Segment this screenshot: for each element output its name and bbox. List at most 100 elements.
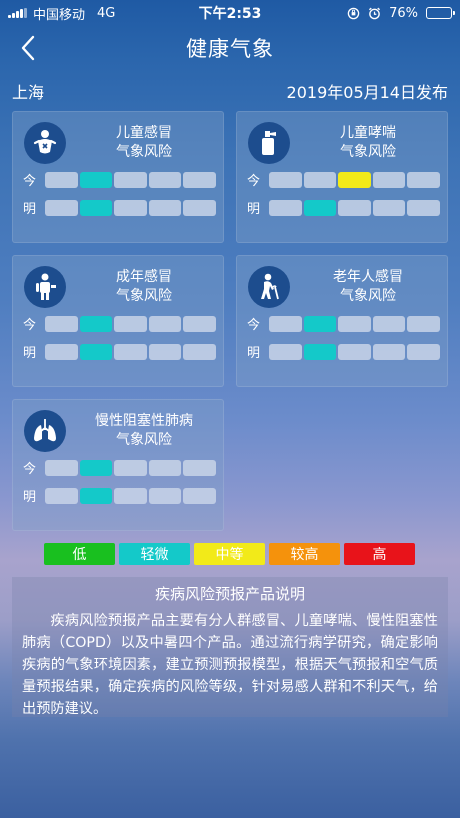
- level-cell-1: [269, 315, 302, 332]
- level-cell-3: [338, 199, 371, 216]
- chevron-left-icon: [21, 35, 35, 61]
- level-cell-2: [79, 315, 112, 332]
- today-level-bar: [269, 315, 440, 332]
- level-cell-5: [407, 315, 440, 332]
- legend-item-4: 较高: [269, 543, 340, 565]
- level-cell-2: [79, 199, 112, 216]
- level-cell-4: [148, 315, 181, 332]
- card-child-asthma[interactable]: 儿童哮喘 气象风险 今 明: [236, 111, 448, 243]
- level-cell-5: [183, 459, 216, 476]
- row-label: 明: [23, 346, 37, 361]
- row-label: 明: [23, 490, 37, 505]
- elderly-icon: [248, 266, 290, 308]
- today-level-bar: [45, 315, 216, 332]
- tomorrow-row: 明: [247, 342, 440, 361]
- level-cell-1: [269, 199, 302, 216]
- today-row: 今: [247, 314, 440, 333]
- level-cell-3: [114, 315, 147, 332]
- card-adult-cold[interactable]: 成年感冒 气象风险 今 明: [12, 255, 224, 387]
- level-cell-5: [407, 171, 440, 188]
- lungs-icon: [24, 410, 66, 452]
- status-right: 76%: [282, 5, 455, 21]
- level-cell-4: [148, 199, 181, 216]
- level-cell-4: [372, 171, 405, 188]
- row-label: 今: [247, 174, 261, 189]
- status-bar: 中国移动 4G 下午2:53 76%: [0, 0, 460, 26]
- level-cell-4: [372, 315, 405, 332]
- level-cell-1: [45, 487, 78, 504]
- status-time: 下午2:53: [198, 6, 262, 22]
- level-cell-2: [79, 171, 112, 188]
- level-cell-4: [148, 459, 181, 476]
- level-cell-5: [183, 343, 216, 360]
- level-cell-3: [338, 343, 371, 360]
- location-row: 上海 2019年05月14日发布: [0, 78, 460, 104]
- tomorrow-row: 明: [23, 342, 216, 361]
- card-copd[interactable]: 慢性阻塞性肺病 气象风险 今 明: [12, 399, 224, 531]
- inhaler-icon: [248, 122, 290, 164]
- level-cell-3: [114, 171, 147, 188]
- level-cell-2: [303, 199, 336, 216]
- signal-icon: [8, 8, 27, 18]
- level-cell-4: [148, 487, 181, 504]
- card-title: 成年感冒 气象风险: [116, 269, 172, 304]
- card-title: 儿童感冒 气象风险: [116, 125, 172, 160]
- adult-icon: [24, 266, 66, 308]
- today-level-bar: [45, 459, 216, 476]
- page-title: 健康气象: [186, 37, 274, 61]
- today-row: 今: [23, 458, 216, 477]
- tomorrow-level-bar: [269, 343, 440, 360]
- description-box: 疾病风险预报产品说明 疾病风险预报产品主要有分人群感冒、儿童哮喘、慢性阻塞性肺病…: [12, 577, 448, 717]
- level-cell-1: [269, 171, 302, 188]
- level-cell-2: [79, 343, 112, 360]
- level-cell-5: [183, 171, 216, 188]
- legend-item-1: 低: [44, 543, 115, 565]
- battery-icon: [426, 7, 455, 19]
- row-label: 明: [247, 346, 261, 361]
- level-cell-5: [183, 487, 216, 504]
- today-row: 今: [23, 314, 216, 333]
- level-cell-1: [45, 459, 78, 476]
- level-cell-4: [372, 343, 405, 360]
- tomorrow-level-bar: [45, 199, 216, 216]
- card-elderly-cold[interactable]: 老年人感冒 气象风险 今 明: [236, 255, 448, 387]
- card-title: 慢性阻塞性肺病 气象风险: [95, 413, 193, 448]
- level-cell-3: [114, 343, 147, 360]
- tomorrow-row: 明: [23, 198, 216, 217]
- level-cell-2: [79, 487, 112, 504]
- network-label: 4G: [97, 5, 116, 21]
- row-label: 今: [247, 318, 261, 333]
- level-cell-3: [338, 315, 371, 332]
- back-button[interactable]: [12, 32, 44, 64]
- row-label: 明: [23, 202, 37, 217]
- row-label: 今: [23, 174, 37, 189]
- level-cell-2: [303, 315, 336, 332]
- level-cell-1: [45, 343, 78, 360]
- level-cell-5: [407, 199, 440, 216]
- risk-legend: 低轻微 中等 较高高: [44, 543, 415, 565]
- carrier-label: 中国移动: [33, 7, 86, 23]
- city-label: 上海: [12, 83, 45, 102]
- today-level-bar: [269, 171, 440, 188]
- tomorrow-row: 明: [23, 486, 216, 505]
- level-cell-2: [303, 171, 336, 188]
- alarm-icon: [369, 7, 381, 19]
- level-cell-5: [183, 199, 216, 216]
- level-cell-2: [79, 459, 112, 476]
- battery-percent: 76%: [389, 5, 418, 21]
- row-label: 今: [23, 318, 37, 333]
- level-cell-1: [45, 315, 78, 332]
- level-cell-3: [114, 487, 147, 504]
- card-title: 老年人感冒 气象风险: [333, 269, 403, 304]
- today-level-bar: [45, 171, 216, 188]
- today-row: 今: [23, 170, 216, 189]
- level-cell-1: [45, 199, 78, 216]
- legend-item-3: 中等: [194, 543, 265, 565]
- level-cell-2: [303, 343, 336, 360]
- tomorrow-level-bar: [269, 199, 440, 216]
- level-cell-1: [45, 171, 78, 188]
- row-label: 明: [247, 202, 261, 217]
- level-cell-4: [148, 171, 181, 188]
- card-child-cold[interactable]: 儿童感冒 气象风险 今 明: [12, 111, 224, 243]
- publish-date: 2019年05月14日发布: [286, 83, 448, 102]
